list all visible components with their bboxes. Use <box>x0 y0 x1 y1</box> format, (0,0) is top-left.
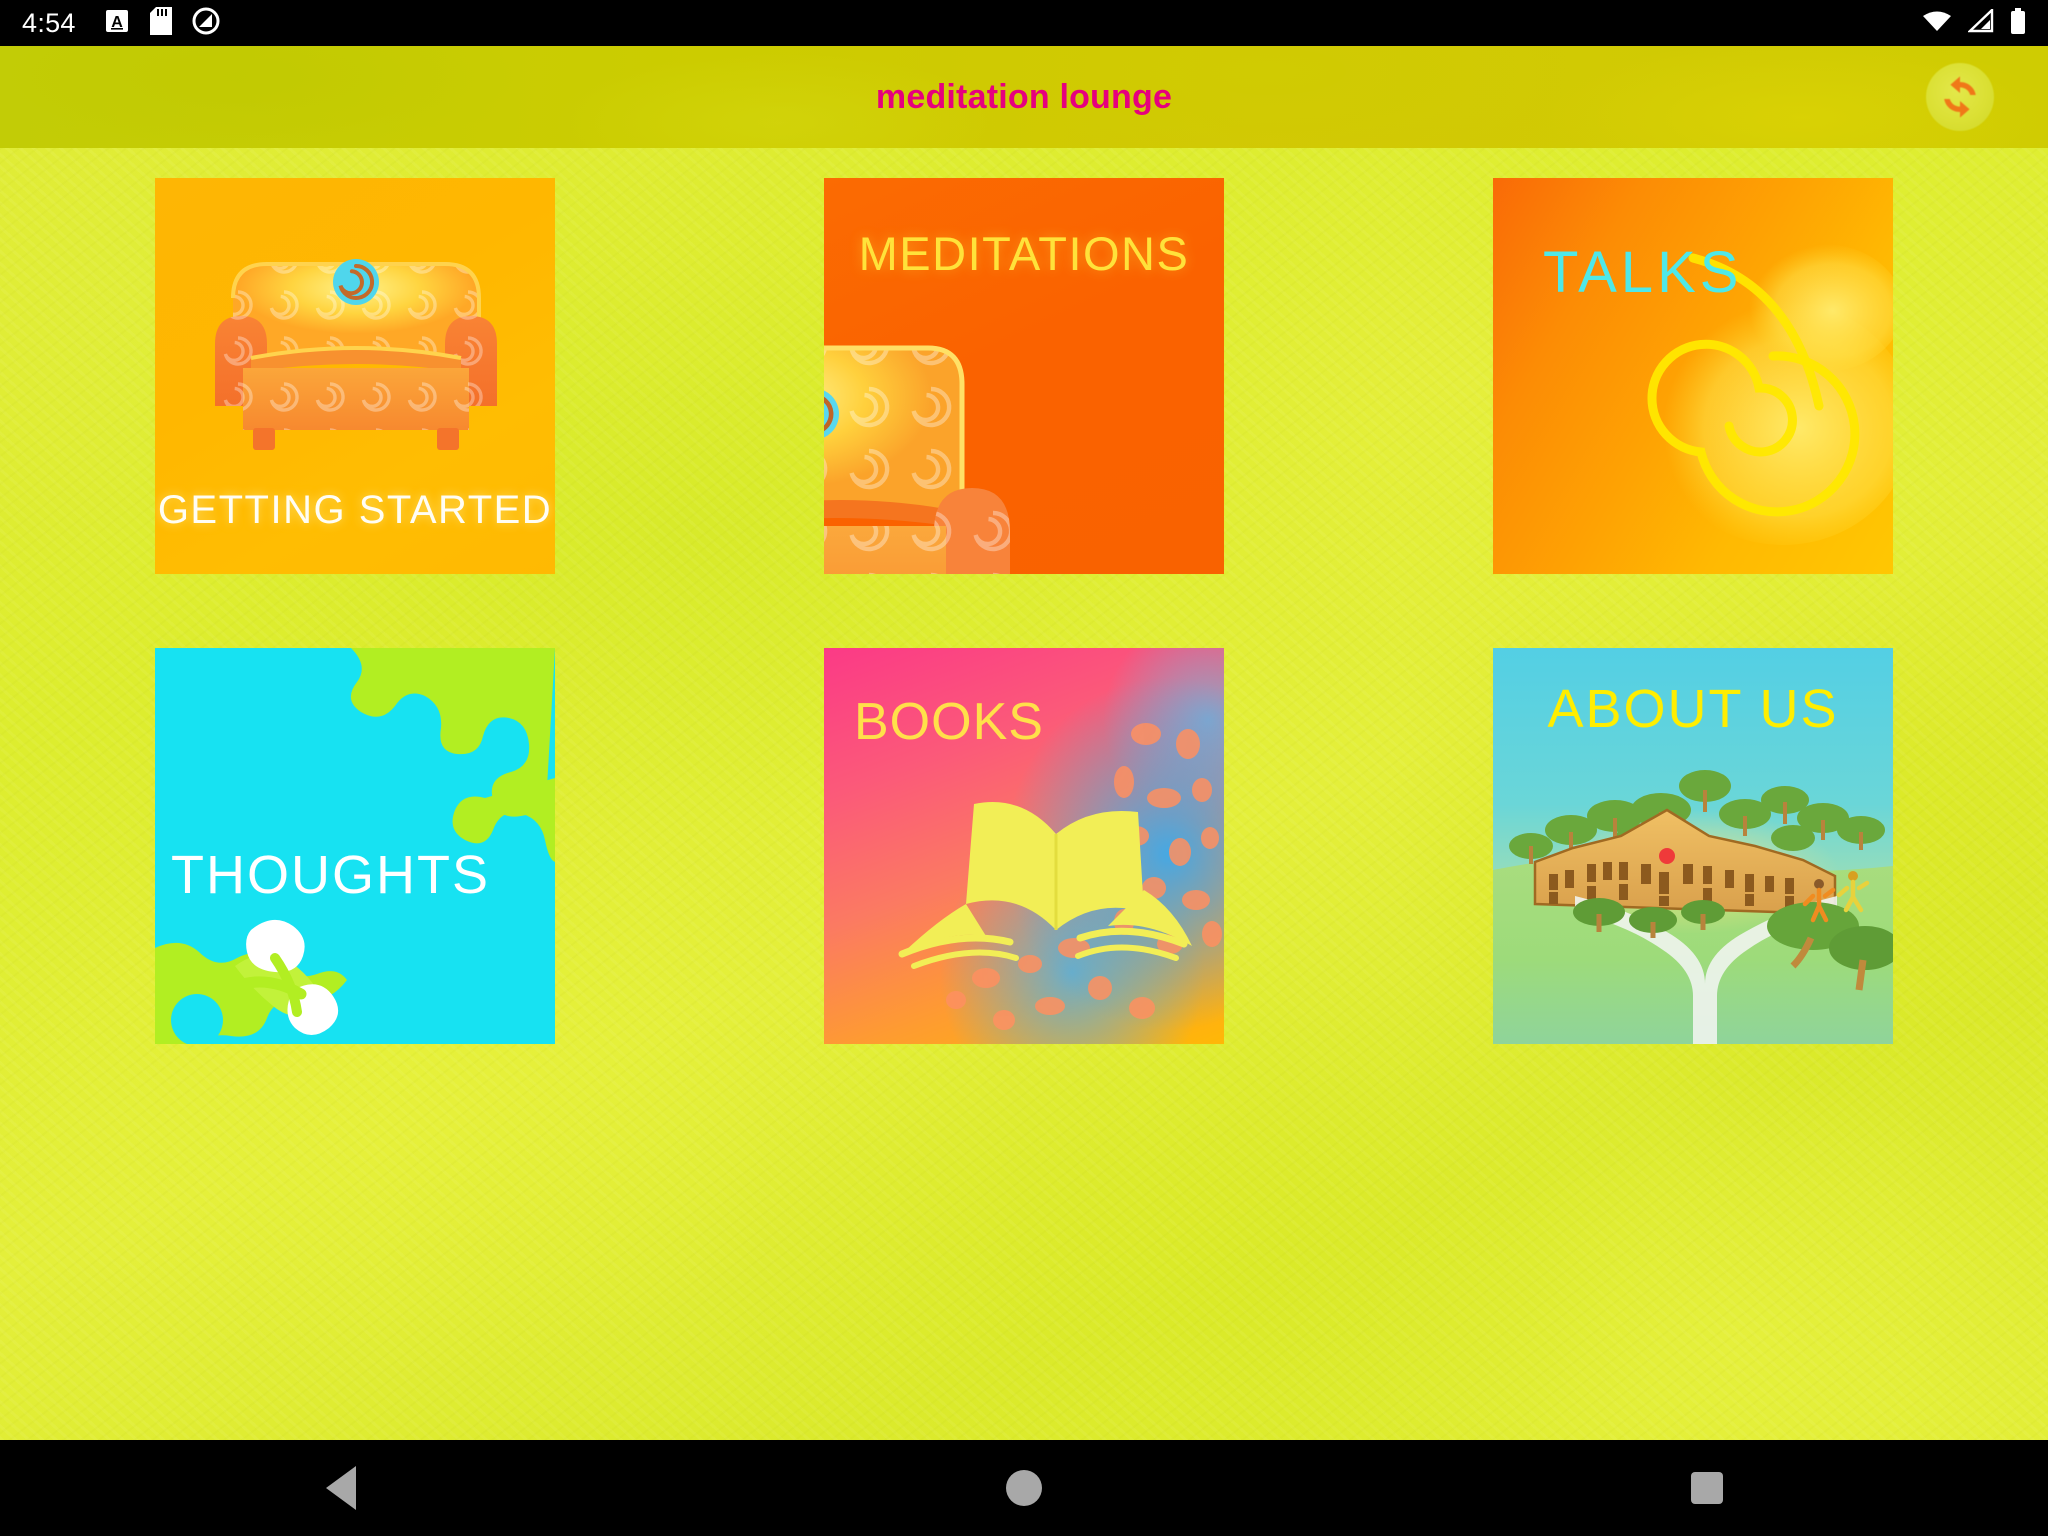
font-size-a-icon: A <box>104 8 130 39</box>
tile-meditations[interactable]: MEDITATIONS <box>824 178 1224 574</box>
tile-label-thoughts: THOUGHTS <box>171 845 490 905</box>
android-navigation-bar <box>0 1440 2048 1536</box>
do-not-disturb-icon <box>192 7 220 40</box>
app-screen: 4:54 A meditation lounge GETTING STARTED… <box>0 0 2048 1536</box>
app-bar: meditation lounge <box>0 46 2048 148</box>
nav-recents-button[interactable] <box>1365 1440 2048 1536</box>
armchair-closeup-icon <box>824 314 1124 574</box>
tile-label-meditations: MEDITATIONS <box>858 227 1190 280</box>
tile-label-books: BOOKS <box>854 693 1044 751</box>
app-title: meditation lounge <box>875 78 1173 116</box>
tile-about-us[interactable]: ABOUT US <box>1493 648 1893 1044</box>
tile-getting-started[interactable]: GETTING STARTED <box>155 178 555 574</box>
tile-thoughts[interactable]: THOUGHTS <box>155 648 555 1044</box>
status-bar-left-icons: A <box>104 6 220 40</box>
content-area: GETTING STARTED MEDITATIONS TALKS THOUGH… <box>0 148 2048 1440</box>
battery-icon <box>2010 7 2026 39</box>
tile-label-talks: TALKS <box>1543 240 1743 305</box>
tile-talks[interactable]: TALKS <box>1493 178 1893 574</box>
tile-label-getting-started: GETTING STARTED <box>157 488 553 532</box>
cellular-signal-icon <box>1967 6 1994 38</box>
tile-books[interactable]: BOOKS <box>824 648 1224 1044</box>
sd-card-icon <box>149 6 172 40</box>
status-bar: 4:54 A <box>0 0 2048 46</box>
status-bar-clock: 4:54 <box>22 7 76 38</box>
tile-label-about-us: ABOUT US <box>1547 679 1839 739</box>
nav-home-button[interactable] <box>683 1440 1366 1536</box>
back-triangle-icon <box>326 1466 357 1510</box>
status-bar-right-icons <box>1922 6 2026 39</box>
tile-grid: GETTING STARTED MEDITATIONS TALKS THOUGH… <box>155 178 1893 1044</box>
wifi-icon <box>1922 9 1952 38</box>
recents-square-icon <box>1690 1472 1723 1504</box>
refresh-button[interactable] <box>1924 61 1996 133</box>
home-circle-icon <box>1006 1470 1042 1506</box>
refresh-sync-icon <box>1926 63 1994 131</box>
armchair-with-spirals-icon <box>215 236 497 458</box>
nav-back-button[interactable] <box>0 1440 683 1536</box>
